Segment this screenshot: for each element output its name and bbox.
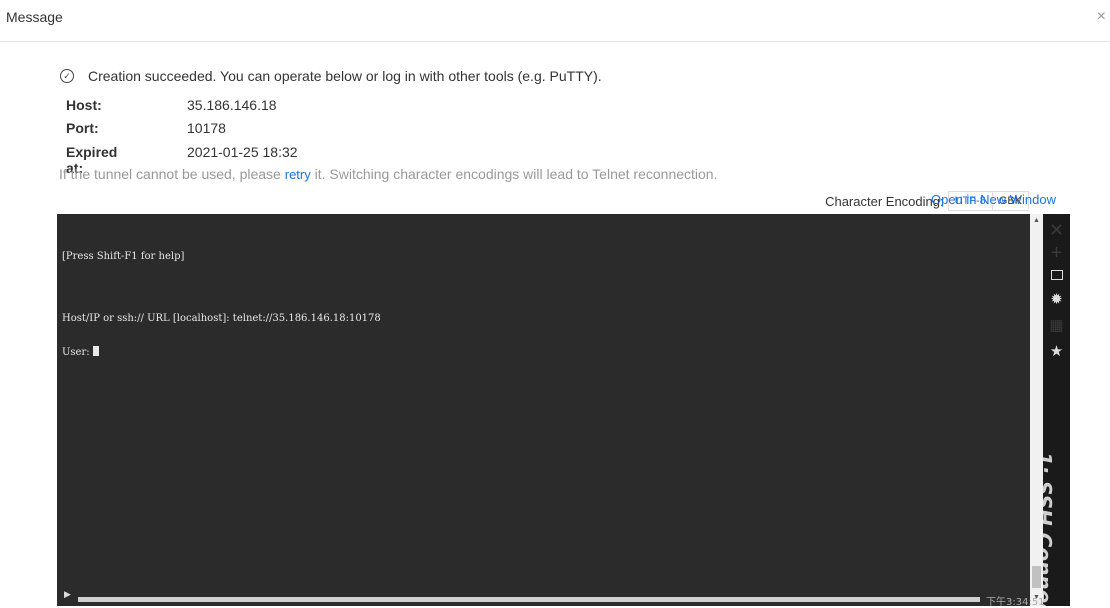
encoding-label: Character Encoding:: [825, 193, 944, 209]
monitor-icon[interactable]: [1043, 266, 1070, 284]
host-value: 35.186.146.18: [187, 97, 277, 113]
terminal-line: Host/IP or ssh:// URL [localhost]: telne…: [62, 313, 381, 324]
star-icon[interactable]: ★: [1043, 342, 1070, 360]
port-value: 10178: [187, 120, 226, 136]
plus-icon[interactable]: +: [1043, 242, 1070, 265]
hint-after: it. Switching character encodings will l…: [314, 166, 718, 182]
ssh-tab-label[interactable]: 1: SSH Connect: [1043, 452, 1056, 606]
open-new-window-link[interactable]: Open in New Window: [931, 192, 1056, 207]
retry-link[interactable]: retry: [285, 167, 311, 182]
close-icon[interactable]: ✕: [1043, 220, 1070, 241]
hint-text: If the tunnel cannot be used, please ret…: [59, 166, 717, 182]
status-text: Creation succeeded. You can operate belo…: [88, 68, 602, 84]
scroll-thumb[interactable]: [1032, 566, 1041, 588]
terminal-progress-bar: [78, 597, 980, 602]
host-label: Host:: [66, 97, 102, 113]
terminal-scrollbar[interactable]: ▲ ▼: [1030, 214, 1043, 606]
close-icon[interactable]: ×: [1097, 9, 1106, 25]
scroll-up-icon[interactable]: ▲: [1033, 217, 1040, 224]
check-circle-icon: ✓: [60, 69, 74, 83]
terminal-line: [Press Shift-F1 for help]: [62, 251, 185, 262]
terminal-prompt: User:: [62, 346, 381, 358]
gear-icon[interactable]: ✹: [1043, 290, 1070, 308]
terminal-prompt-text: User:: [62, 347, 93, 358]
terminal-clock: 下午3:34:51: [986, 597, 1045, 608]
expired-value: 2021-01-25 18:32: [187, 144, 298, 160]
port-label: Port:: [66, 120, 99, 136]
dialog-header: Message ×: [0, 0, 1110, 42]
play-icon[interactable]: ▶: [64, 589, 71, 600]
terminal-cursor: [92, 346, 99, 356]
status-message: ✓ Creation succeeded. You can operate be…: [60, 68, 602, 84]
grid-icon[interactable]: ▦: [1043, 316, 1070, 334]
terminal-screen[interactable]: [Press Shift-F1 for help] Host/IP or ssh…: [57, 214, 1043, 606]
hint-before: If the tunnel cannot be used, please: [59, 166, 281, 182]
terminal-side-panel: ✕ + ✹ ▦ ★ 1: SSH Connect: [1043, 214, 1070, 606]
dialog-title: Message: [6, 9, 63, 25]
